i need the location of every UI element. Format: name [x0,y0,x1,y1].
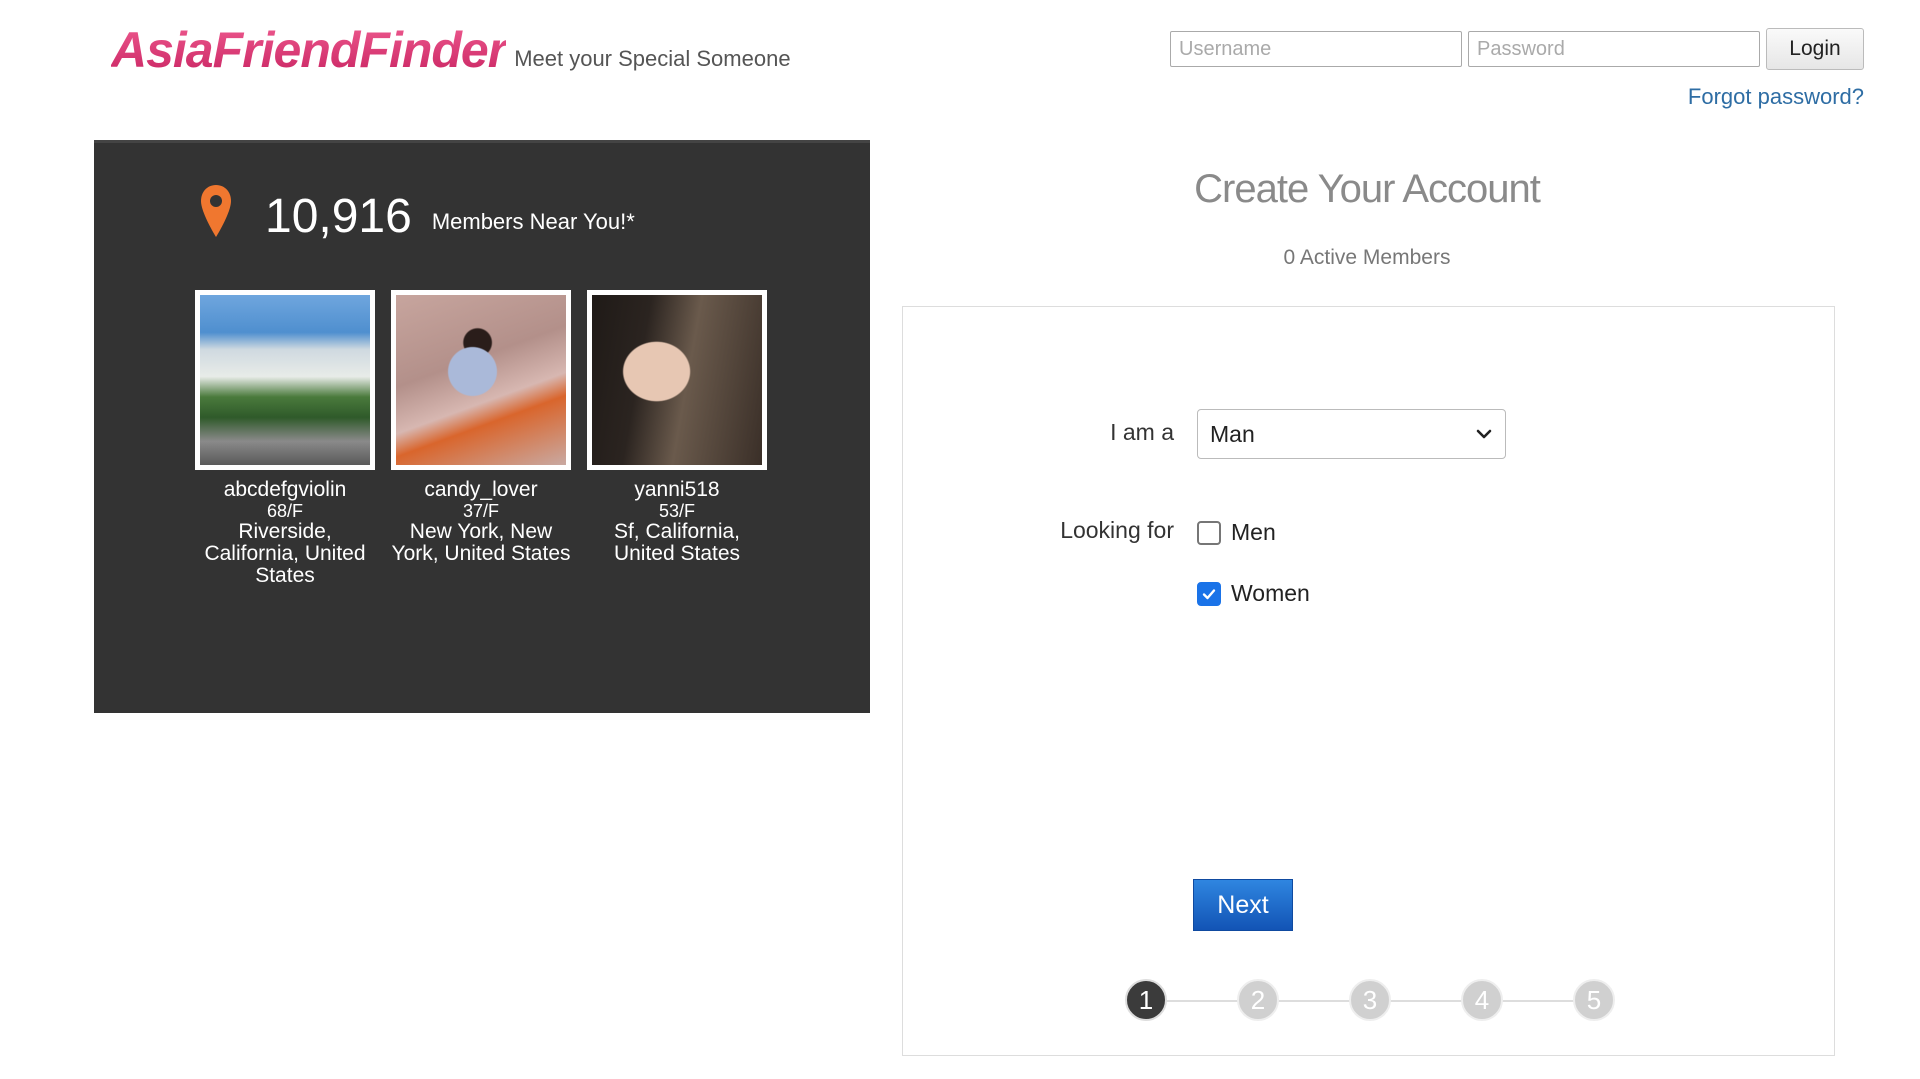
location-pin-icon [201,185,231,237]
username-input[interactable] [1170,31,1462,67]
gender-select[interactable]: Man [1197,409,1506,459]
profile-location: Sf, California, United States [613,520,741,565]
tagline: Meet your Special Someone [514,46,791,71]
profile-cards: abcdefgviolin 68/F Riverside, California… [195,290,767,587]
step-indicator: 1 2 3 4 5 [1125,979,1615,1023]
members-near-header: 10,916 Members Near You!* [199,183,635,245]
profile-location: Riverside, California, United States [204,520,366,587]
profile-card[interactable]: abcdefgviolin 68/F Riverside, California… [195,290,375,587]
step-4: 4 [1461,979,1503,1021]
profile-name[interactable]: abcdefgviolin [195,479,375,501]
login-button[interactable]: Login [1766,28,1864,70]
signup-form: I am a Man Looking for Men Women Next 1 … [902,306,1835,1056]
logo-area[interactable]: AsiaFriendFinder Meet your Special Someo… [111,22,791,78]
profile-name[interactable]: candy_lover [391,479,571,501]
looking-for-men-option[interactable]: Men [1197,519,1276,546]
forgot-password-link[interactable]: Forgot password? [1688,84,1864,110]
women-label[interactable]: Women [1231,580,1310,607]
checkmark-icon [1202,588,1216,599]
page-title: Create Your Account [1194,167,1541,211]
profile-age-gender: 37/F [462,501,500,521]
active-members-count: 0 Active Members [1283,246,1451,269]
login-form: Login [1170,28,1864,70]
logo[interactable]: AsiaFriendFinder [111,22,507,78]
profile-card[interactable]: yanni518 53/F Sf, California, United Sta… [587,290,767,587]
step-3: 3 [1349,979,1391,1021]
page: AsiaFriendFinder Meet your Special Someo… [0,0,1920,1079]
profile-photo[interactable] [391,290,571,470]
men-label[interactable]: Men [1231,519,1276,546]
chevron-down-icon [1476,429,1492,439]
profile-age-gender: 68/F [266,501,304,521]
step-2: 2 [1237,979,1279,1021]
members-near-panel: 10,916 Members Near You!* abcdefgviolin … [94,140,870,713]
step-5: 5 [1573,979,1615,1021]
profile-photo[interactable] [195,290,375,470]
profile-photo[interactable] [587,290,767,470]
profile-location: New York, New York, United States [391,520,571,565]
step-1: 1 [1125,979,1167,1021]
members-near-text: Members Near You!* [431,209,635,234]
looking-for-women-option[interactable]: Women [1197,580,1310,607]
profile-card[interactable]: candy_lover 37/F New York, New York, Uni… [391,290,571,587]
women-checkbox[interactable] [1197,581,1221,606]
password-input[interactable] [1468,31,1760,67]
gender-select-value: Man [1210,420,1255,447]
i-am-label: I am a [1110,419,1174,445]
men-checkbox[interactable] [1197,520,1221,545]
next-button[interactable]: Next [1193,879,1293,931]
looking-for-label: Looking for [1060,517,1174,543]
members-count: 10,916 [265,190,412,243]
profile-age-gender: 53/F [658,501,696,521]
profile-name[interactable]: yanni518 [587,479,767,501]
